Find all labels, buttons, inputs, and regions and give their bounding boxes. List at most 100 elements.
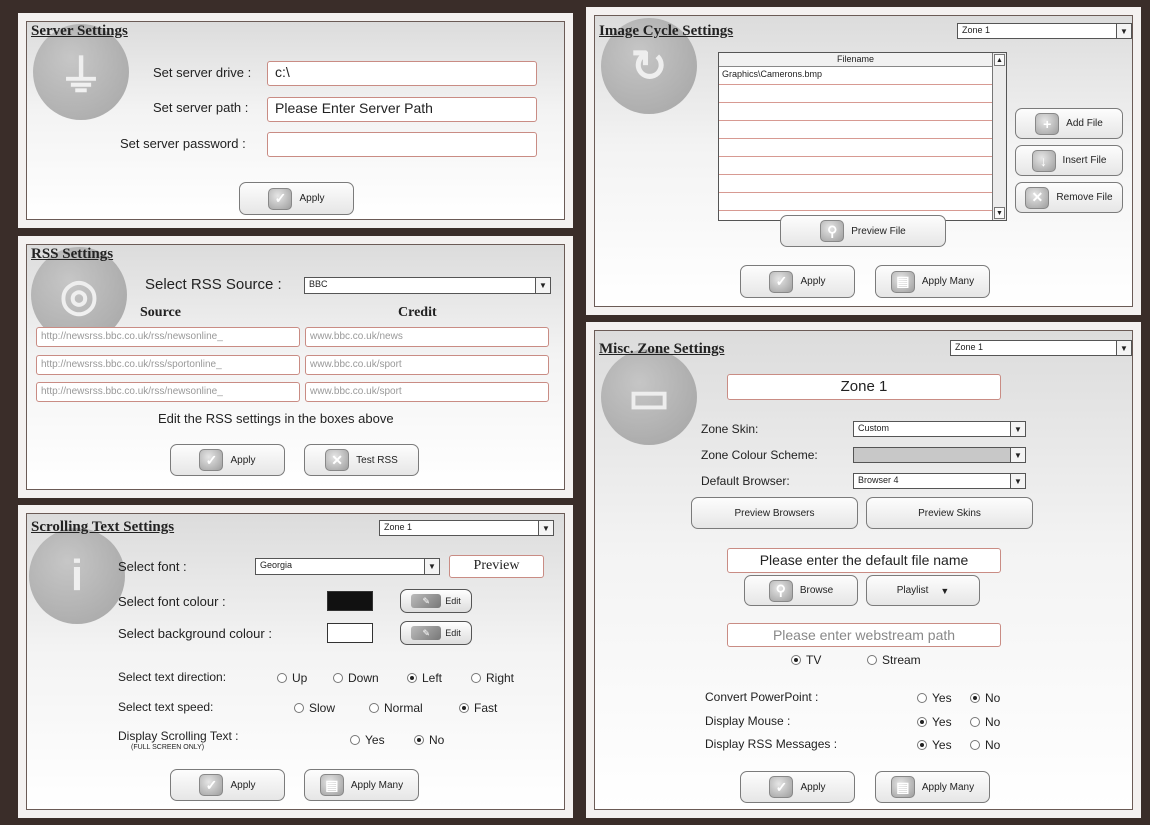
source-column-header: Source — [140, 305, 181, 320]
filename-column-header: Filename — [719, 53, 992, 67]
rss-source-input-1[interactable]: http://newsrss.bbc.co.uk/rss/newsonline_ — [36, 327, 300, 347]
chevron-down-icon[interactable]: ▼ — [535, 278, 550, 293]
remove-file-button[interactable]: ✕ Remove File — [1015, 182, 1123, 213]
zone-name-input[interactable]: Zone 1 — [727, 374, 1001, 400]
list-item[interactable] — [719, 193, 992, 211]
stream-radio[interactable]: Stream — [867, 653, 921, 667]
tv-radio[interactable]: TV — [791, 653, 821, 667]
list-item[interactable] — [719, 121, 992, 139]
font-select[interactable]: Georgia ▼ — [255, 558, 440, 575]
mouse-yes-radio[interactable]: Yes — [917, 715, 952, 729]
image-cycle-panel: ↻ Image Cycle Settings Zone 1 ▼ Filename… — [594, 15, 1133, 307]
misc-apply-many-button[interactable]: ▤ Apply Many — [875, 771, 990, 803]
preview-skins-button[interactable]: Preview Skins — [866, 497, 1033, 529]
rss-hint: Edit the RSS settings in the boxes above — [158, 411, 394, 426]
server-password-input[interactable] — [267, 132, 537, 157]
insert-file-button[interactable]: ↓ Insert File — [1015, 145, 1123, 176]
add-file-label: Add File — [1066, 118, 1103, 129]
server-path-input[interactable]: Please Enter Server Path — [267, 97, 537, 122]
rss-apply-button[interactable]: ✓ Apply — [170, 444, 285, 476]
rss-credit-input-3[interactable]: www.bbc.co.uk/sport — [305, 382, 549, 402]
rss-source-value: BBC — [309, 279, 328, 289]
test-rss-button[interactable]: ✕ Test RSS — [304, 444, 419, 476]
chevron-down-icon[interactable]: ▼ — [538, 521, 553, 535]
direction-left-radio[interactable]: Left — [407, 671, 442, 685]
edit-label: Edit — [445, 596, 461, 606]
rss-source-select[interactable]: BBC ▼ — [304, 277, 551, 294]
preview-skins-label: Preview Skins — [918, 507, 981, 519]
direction-up-radio[interactable]: Up — [277, 671, 307, 685]
scrolling-apply-button[interactable]: ✓ Apply — [170, 769, 285, 801]
scrolling-zone-select[interactable]: Zone 1 ▼ — [379, 520, 554, 536]
rss-messages-no-radio[interactable]: No — [970, 738, 1000, 752]
rss-source-input-2[interactable]: http://newsrss.bbc.co.uk/rss/sportonline… — [36, 355, 300, 375]
direction-label: Select text direction: — [118, 670, 227, 684]
image-cycle-zone-select[interactable]: Zone 1 ▼ — [957, 23, 1132, 39]
display-yes-radio[interactable]: Yes — [350, 733, 385, 747]
list-item[interactable] — [719, 175, 992, 193]
list-item[interactable] — [719, 157, 992, 175]
zone-colour-select[interactable]: ▼ — [853, 447, 1026, 463]
chevron-down-icon[interactable]: ▼ — [1116, 24, 1131, 38]
font-preview: Preview — [449, 555, 544, 578]
speed-label: Select text speed: — [118, 700, 214, 714]
convert-yes-radio[interactable]: Yes — [917, 691, 952, 705]
display-no-radio[interactable]: No — [414, 733, 444, 747]
rss-credit-input-2[interactable]: www.bbc.co.uk/sport — [305, 355, 549, 375]
zone-skin-label: Zone Skin: — [701, 422, 759, 436]
list-item[interactable] — [719, 139, 992, 157]
image-cycle-frame: ↻ Image Cycle Settings Zone 1 ▼ Filename… — [586, 7, 1141, 315]
bg-colour-swatch[interactable] — [327, 623, 373, 643]
convert-no-radio[interactable]: No — [970, 691, 1000, 705]
scrolling-text-panel: i Scrolling Text Settings Zone 1 ▼ Selec… — [26, 513, 565, 810]
chevron-down-icon[interactable]: ▼ — [1010, 422, 1025, 436]
credit-column-header: Credit — [398, 305, 437, 320]
chevron-down-icon[interactable]: ▼ — [1010, 474, 1025, 488]
rss-source-input-3[interactable]: http://newsrss.bbc.co.uk/rss/newsonline_ — [36, 382, 300, 402]
server-apply-button[interactable]: ✓ Apply — [239, 182, 354, 215]
mouse-no-radio[interactable]: No — [970, 715, 1000, 729]
playlist-dropdown-button[interactable]: Playlist ▼ — [866, 575, 980, 606]
scroll-down-icon[interactable]: ▼ — [994, 207, 1005, 219]
apply-many-label: Apply Many — [921, 781, 975, 793]
default-file-input[interactable]: Please enter the default file name — [727, 548, 1001, 573]
list-item[interactable] — [719, 85, 992, 103]
scrolling-text-frame: i Scrolling Text Settings Zone 1 ▼ Selec… — [18, 505, 573, 818]
chevron-down-icon[interactable]: ▼ — [1010, 448, 1025, 462]
direction-down-radio[interactable]: Down — [333, 671, 379, 685]
list-item[interactable]: Graphics\Camerons.bmp — [719, 67, 992, 85]
add-file-button[interactable]: + Add File — [1015, 108, 1123, 139]
zone-value: Zone 1 — [384, 522, 413, 532]
rss-credit-input-1[interactable]: www.bbc.co.uk/news — [305, 327, 549, 347]
font-colour-swatch[interactable] — [327, 591, 373, 611]
browse-button[interactable]: ⚲ Browse — [744, 575, 858, 606]
image-cycle-apply-button[interactable]: ✓ Apply — [740, 265, 855, 298]
pencil-icon: ✎ — [411, 594, 442, 608]
edit-font-colour-button[interactable]: ✎ Edit — [400, 589, 472, 613]
scroll-up-icon[interactable]: ▲ — [994, 54, 1005, 66]
file-list-scrollbar[interactable]: ▲ ▼ — [992, 53, 1006, 220]
chevron-down-icon[interactable]: ▼ — [424, 559, 439, 574]
misc-apply-button[interactable]: ✓ Apply — [740, 771, 855, 803]
apply-many-label: Apply Many — [350, 779, 404, 791]
speed-slow-radio[interactable]: Slow — [294, 701, 335, 715]
caret-down-icon: ▼ — [940, 585, 950, 596]
default-browser-select[interactable]: Browser 4 ▼ — [853, 473, 1026, 489]
chevron-down-icon[interactable]: ▼ — [1116, 341, 1131, 355]
preview-browsers-button[interactable]: Preview Browsers — [691, 497, 858, 529]
list-item[interactable] — [719, 103, 992, 121]
scrolling-apply-many-button[interactable]: ▤ Apply Many — [304, 769, 419, 801]
speed-fast-radio[interactable]: Fast — [459, 701, 497, 715]
font-value: Georgia — [260, 560, 293, 570]
speed-normal-radio[interactable]: Normal — [369, 701, 423, 715]
preview-file-button[interactable]: ⚲ Preview File — [780, 215, 946, 247]
rss-messages-yes-radio[interactable]: Yes — [917, 738, 952, 752]
direction-right-radio[interactable]: Right — [471, 671, 514, 685]
misc-zone-select[interactable]: Zone 1 ▼ — [950, 340, 1132, 356]
edit-bg-colour-button[interactable]: ✎ Edit — [400, 621, 472, 645]
image-cycle-apply-many-button[interactable]: ▤ Apply Many — [875, 265, 990, 298]
webstream-input[interactable]: Please enter webstream path — [727, 623, 1001, 647]
zone-skin-select[interactable]: Custom ▼ — [853, 421, 1026, 437]
server-drive-input[interactable]: c:\ — [267, 61, 537, 86]
file-list[interactable]: Filename Graphics\Camerons.bmp ▲ ▼ — [718, 52, 1007, 221]
